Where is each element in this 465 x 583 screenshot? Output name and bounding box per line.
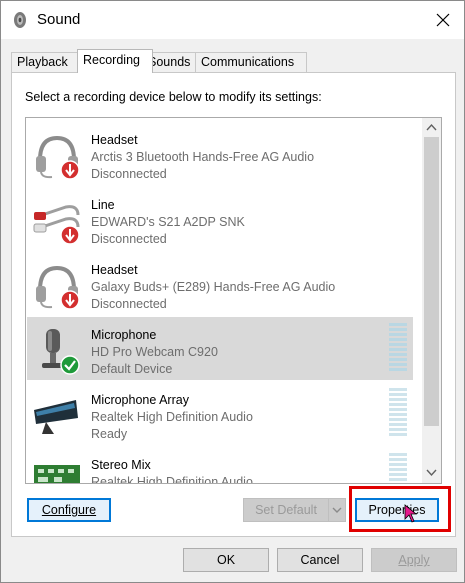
list-item-headset-arctis[interactable]: Headset Arctis 3 Bluetooth Hands-Free AG… xyxy=(27,122,413,185)
level-meter xyxy=(389,388,407,436)
cancel-button[interactable]: Cancel xyxy=(277,548,363,572)
headset-icon xyxy=(36,265,80,310)
ok-button[interactable]: OK xyxy=(183,548,269,572)
tab-playback[interactable]: Playback xyxy=(11,52,79,72)
device-name: Microphone xyxy=(91,328,157,342)
mouse-cursor-icon xyxy=(404,504,418,523)
window-title: Sound xyxy=(37,11,81,28)
headset-icon xyxy=(36,135,80,180)
list-item-stereo-mix[interactable]: Stereo Mix Realtek High Definition Audio xyxy=(27,447,413,484)
scroll-up-icon[interactable] xyxy=(422,119,441,136)
list-item-headset-galaxy[interactable]: Headset Galaxy Buds+ (E289) Hands-Free A… xyxy=(27,252,413,315)
scroll-thumb[interactable] xyxy=(424,137,439,426)
set-default-button[interactable]: Set Default xyxy=(243,498,329,522)
list-scrollbar[interactable] xyxy=(422,118,441,483)
list-item-microphone-array[interactable]: Microphone Array Realtek High Definition… xyxy=(27,382,413,445)
microphone-array-icon xyxy=(34,400,78,434)
close-icon[interactable] xyxy=(429,7,457,33)
title-bar: Sound xyxy=(1,1,464,39)
apply-label: Apply xyxy=(398,553,430,567)
level-meter xyxy=(389,323,407,371)
list-item-line[interactable]: Line EDWARD's S21 A2DP SNK Disconnected xyxy=(27,187,413,250)
device-description: HD Pro Webcam C920 xyxy=(91,345,218,359)
apply-button[interactable]: Apply xyxy=(371,548,457,572)
device-status: Ready xyxy=(91,427,128,441)
webcam-microphone-icon xyxy=(42,329,80,375)
device-description: Galaxy Buds+ (E289) Hands-Free AG Audio xyxy=(91,280,336,294)
device-description: Arctis 3 Bluetooth Hands-Free AG Audio xyxy=(91,150,315,164)
device-list[interactable]: Headset Arctis 3 Bluetooth Hands-Free AG… xyxy=(25,117,442,484)
device-description: Realtek High Definition Audio xyxy=(91,410,253,424)
set-default-dropdown[interactable] xyxy=(328,498,346,522)
tab-communications[interactable]: Communications xyxy=(195,52,307,72)
tab-recording[interactable]: Recording xyxy=(77,49,153,73)
device-name: Line xyxy=(91,198,115,212)
sound-dialog: Sound Playback Recording Sounds Communic… xyxy=(0,0,465,583)
device-name: Stereo Mix xyxy=(91,458,151,472)
scroll-down-icon[interactable] xyxy=(422,464,441,481)
chevron-down-icon xyxy=(332,507,342,513)
device-name: Headset xyxy=(91,263,138,277)
level-meter xyxy=(389,453,407,481)
circuit-board-icon xyxy=(34,465,80,483)
device-status: Default Device xyxy=(91,362,173,376)
recording-panel: Select a recording device below to modif… xyxy=(11,72,456,537)
device-status: Disconnected xyxy=(91,167,167,181)
list-item-microphone-webcam[interactable]: Microphone HD Pro Webcam C920 Default De… xyxy=(27,317,413,380)
configure-label: Configure xyxy=(41,503,97,517)
device-name: Headset xyxy=(91,133,138,147)
device-status: Disconnected xyxy=(91,297,167,311)
device-name: Microphone Array xyxy=(91,393,189,407)
instruction-text: Select a recording device below to modif… xyxy=(25,90,322,104)
device-description: EDWARD's S21 A2DP SNK xyxy=(91,215,245,229)
annotation-highlight-box xyxy=(349,486,451,532)
device-description: Realtek High Definition Audio xyxy=(91,475,253,484)
device-status: Disconnected xyxy=(91,232,167,246)
configure-button[interactable]: Configure xyxy=(27,498,111,522)
speaker-icon xyxy=(14,12,26,28)
line-in-icon xyxy=(33,205,80,245)
